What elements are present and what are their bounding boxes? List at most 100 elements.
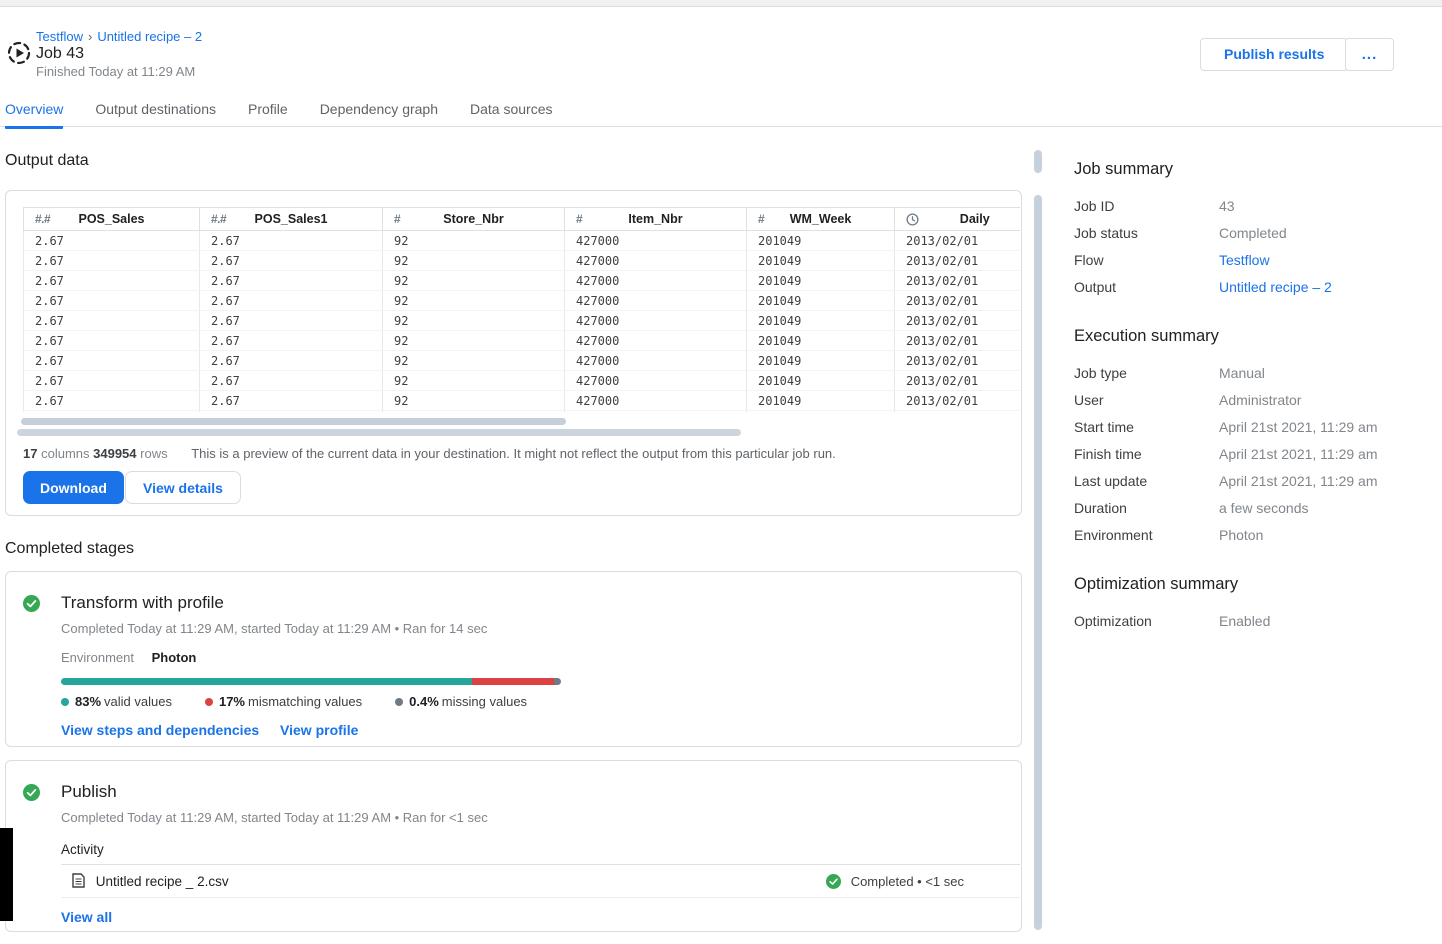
column-header[interactable]: #.#POS_Sales <box>24 208 200 231</box>
summary-label: Job ID <box>1074 199 1219 213</box>
job-finished-status: Finished Today at 11:29 AM <box>36 64 195 79</box>
rows-word: rows <box>140 446 167 461</box>
vertical-scrollbar-thumb[interactable] <box>1034 150 1042 173</box>
tab-overview[interactable]: Overview <box>5 101 63 129</box>
breadcrumb-recipe-link[interactable]: Untitled recipe – 2 <box>97 29 202 44</box>
summary-value-link[interactable]: Testflow <box>1219 253 1270 267</box>
environment-value: Photon <box>152 650 197 665</box>
table-meta: 17 columns 349954 rows This is a preview… <box>23 446 836 461</box>
table-cell: 201049 <box>747 331 895 351</box>
sidebar-section-heading: Execution summary <box>1074 327 1419 346</box>
table-cell: 2013/02/01 <box>895 311 1021 331</box>
table-cell: 427000 <box>565 271 747 291</box>
sidebar-section-heading: Job summary <box>1074 160 1419 179</box>
view-profile-link[interactable]: View profile <box>280 722 358 738</box>
table-cell: 2.67 <box>24 411 200 413</box>
table-cell: 2013/02/01 <box>895 391 1021 411</box>
summary-label: Duration <box>1074 501 1219 515</box>
table-cell: 201049 <box>747 351 895 371</box>
tab-data-sources[interactable]: Data sources <box>470 101 552 126</box>
table-cell: 2.67 <box>200 311 383 331</box>
publish-results-button[interactable]: Publish results <box>1200 38 1348 71</box>
stage-success-icon <box>23 784 40 801</box>
table-cell: 2.67 <box>24 251 200 271</box>
vertical-scrollbar-thumb[interactable] <box>1034 195 1042 930</box>
table-cell: 427000 <box>565 391 747 411</box>
view-steps-link[interactable]: View steps and dependencies <box>61 722 259 738</box>
summary-row: OptimizationEnabled <box>1074 614 1419 628</box>
table-cell: 2.67 <box>24 271 200 291</box>
table-cell: 2.67 <box>200 411 383 413</box>
more-options-button[interactable]: ... <box>1345 38 1394 71</box>
summary-label: Finish time <box>1074 447 1219 461</box>
completed-icon <box>826 874 841 889</box>
tab-output-destinations[interactable]: Output destinations <box>95 101 216 126</box>
table-row: 2.672.67924270002010492013/02/01 <box>24 271 1021 291</box>
table-cell: 92 <box>383 351 565 371</box>
legend-dot-icon <box>205 698 213 706</box>
legend-item: 0.4%missing values <box>395 694 527 709</box>
preview-note: This is a preview of the current data in… <box>191 446 836 461</box>
summary-label: Last update <box>1074 474 1219 488</box>
table-horizontal-scrollbar[interactable] <box>21 418 566 425</box>
table-row: 2.672.67924270002010492013/02/01 <box>24 391 1021 411</box>
view-details-button[interactable]: View details <box>125 471 241 504</box>
activity-file-name: Untitled recipe _ 2.csv <box>96 874 229 889</box>
columns-word: columns <box>41 446 89 461</box>
table-cell: 92 <box>383 391 565 411</box>
data-preview-grid[interactable]: #.#POS_Sales#.#POS_Sales1#Store_Nbr#Item… <box>23 207 1020 412</box>
summary-value: Administrator <box>1219 393 1301 407</box>
table-cell: 92 <box>383 331 565 351</box>
table-cell: 2013/02/01 <box>895 371 1021 391</box>
breadcrumb-separator: › <box>88 29 92 44</box>
sidebar-section-heading: Optimization summary <box>1074 575 1419 594</box>
job-header: Testflow›Untitled recipe – 2 Job 43 Fini… <box>0 7 1442 95</box>
table-cell: 427000 <box>565 291 747 311</box>
decimal-icon: #.# <box>211 212 226 226</box>
table-cell: 427000 <box>565 251 747 271</box>
table-cell: 92 <box>383 271 565 291</box>
table-row: 2.672.67924270002010492013/02/01 <box>24 231 1021 251</box>
download-button[interactable]: Download <box>23 471 124 504</box>
column-header[interactable]: #.#POS_Sales1 <box>200 208 383 231</box>
columns-count: 17 <box>23 446 37 461</box>
summary-value: Photon <box>1219 528 1263 542</box>
integer-icon: # <box>758 212 764 226</box>
table-cell: 2.67 <box>24 231 200 251</box>
environment-label: Environment <box>61 650 134 665</box>
column-header[interactable]: Daily <box>895 208 1021 231</box>
tab-dependency-graph[interactable]: Dependency graph <box>320 101 438 126</box>
table-cell: 2013/02/01 <box>895 411 1021 413</box>
table-cell: 2.67 <box>200 331 383 351</box>
summary-row: EnvironmentPhoton <box>1074 528 1419 542</box>
table-cell: 201049 <box>747 411 895 413</box>
summary-label: User <box>1074 393 1219 407</box>
stage-subtitle: Completed Today at 11:29 AM, started Tod… <box>61 621 1021 636</box>
table-cell: 92 <box>383 231 565 251</box>
column-header[interactable]: #Item_Nbr <box>565 208 747 231</box>
stage-success-icon <box>23 595 40 612</box>
activity-status: Completed • <1 sec <box>826 865 964 898</box>
activity-row[interactable]: Untitled recipe _ 2.csv Completed • <1 s… <box>61 865 1020 898</box>
table-cell: 201049 <box>747 311 895 331</box>
view-all-link[interactable]: View all <box>61 909 112 925</box>
table-cell: 201049 <box>747 291 895 311</box>
tab-profile[interactable]: Profile <box>248 101 288 126</box>
column-header[interactable]: #WM_Week <box>747 208 895 231</box>
column-header[interactable]: #Store_Nbr <box>383 208 565 231</box>
screen-artifact <box>0 828 13 921</box>
summary-value: Manual <box>1219 366 1265 380</box>
table-cell: 2.67 <box>24 391 200 411</box>
job-status-icon <box>6 40 32 66</box>
quality-bar-segment <box>554 678 561 685</box>
breadcrumb-flow-link[interactable]: Testflow <box>36 29 83 44</box>
card-horizontal-scrollbar[interactable] <box>17 429 741 436</box>
summary-row: Job ID43 <box>1074 199 1419 213</box>
summary-label: Start time <box>1074 420 1219 434</box>
table-cell: 201049 <box>747 271 895 291</box>
summary-value-link[interactable]: Untitled recipe – 2 <box>1219 280 1332 294</box>
table-cell: 2.67 <box>24 351 200 371</box>
table-cell: 92 <box>383 291 565 311</box>
breadcrumb: Testflow › Untitled recipe – 2 <box>36 29 202 44</box>
table-cell: 92 <box>383 371 565 391</box>
